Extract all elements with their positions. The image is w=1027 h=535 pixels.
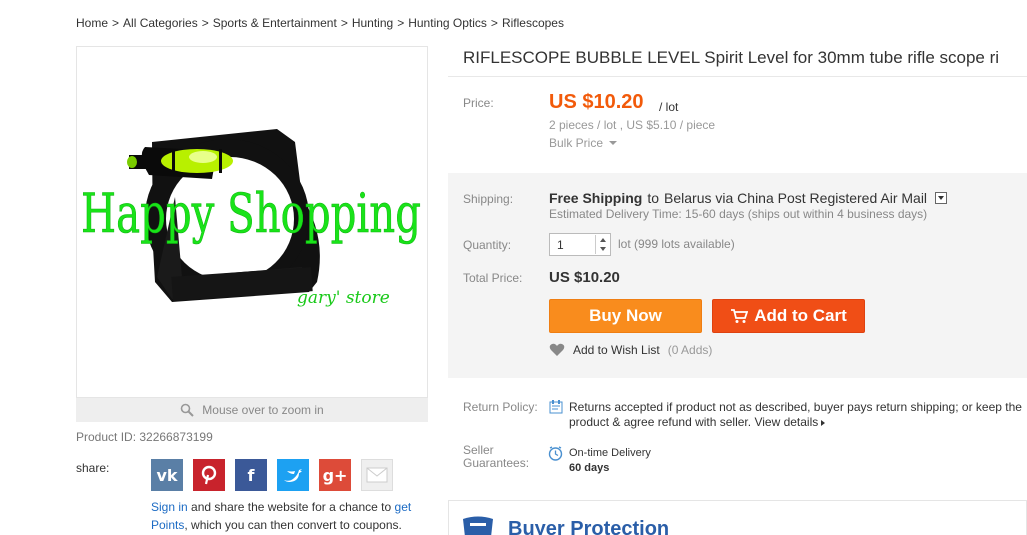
lot-info: 2 pieces / lot , US $5.10 / piece	[549, 118, 716, 132]
buy-now-button[interactable]: Buy Now	[549, 299, 702, 333]
return-policy-text: Returns accepted if product not as descr…	[569, 400, 1022, 429]
total-price-value: US $10.20	[549, 269, 620, 286]
product-title: RIFLESCOPE BUBBLE LEVEL Spirit Level for…	[463, 48, 1000, 67]
product-image[interactable]: Happy Shopping gary' store	[76, 46, 428, 398]
shipping-label: Shipping:	[463, 192, 514, 206]
bubble-level-picture: Happy Shopping gary' store	[81, 129, 421, 308]
product-id: Product ID: 32266873199	[76, 430, 213, 444]
price-unit: / lot	[659, 100, 679, 114]
price-value: US $10.20	[549, 91, 644, 113]
share-label: share:	[76, 461, 110, 475]
watermark-gary-store: gary' store	[297, 288, 390, 308]
heart-icon	[549, 343, 565, 356]
twitter-icon[interactable]	[277, 459, 309, 491]
googleplus-icon[interactable]: g+	[319, 459, 351, 491]
quantity-increment-button[interactable]	[596, 235, 609, 245]
zoom-hint-text: Mouse over to zoom in	[202, 403, 324, 417]
quantity-value: 1	[557, 238, 564, 252]
breadcrumb-sports[interactable]: Sports & Entertainment	[213, 16, 337, 30]
sign-in-link[interactable]: Sign in	[151, 500, 188, 514]
add-to-cart-button[interactable]: Add to Cart	[712, 299, 865, 333]
quantity-label: Quantity:	[463, 238, 512, 252]
shipping-dropdown-button[interactable]	[935, 192, 948, 204]
breadcrumb-riflescopes[interactable]: Riflescopes	[502, 16, 564, 30]
facebook-icon[interactable]: f	[235, 459, 267, 491]
watermark-happy-shopping: Happy Shopping	[81, 182, 421, 245]
vk-icon[interactable]: vk	[151, 459, 183, 491]
wishlist-count: (0 Adds)	[667, 343, 713, 357]
price-label: Price:	[463, 96, 494, 110]
chevron-down-icon	[609, 141, 618, 145]
return-policy-icon	[549, 400, 563, 414]
free-shipping: Free Shipping	[549, 190, 643, 206]
quantity-stepper[interactable]: 1	[549, 233, 611, 256]
chevron-down-icon	[938, 196, 945, 200]
quantity-decrement-button[interactable]	[596, 245, 609, 255]
magnifier-icon	[180, 403, 195, 417]
shield-icon	[463, 516, 493, 535]
add-to-wishlist[interactable]: Add to Wish List (0 Adds)	[549, 343, 712, 357]
breadcrumb-all-categories[interactable]: All Categories	[123, 16, 198, 30]
shipping-destination: Belarus via China Post Registered Air Ma…	[664, 190, 928, 206]
on-time-delivery: On-time Delivery 60 days	[569, 447, 651, 474]
divider	[448, 76, 1027, 77]
total-price-label: Total Price:	[463, 271, 523, 285]
mail-icon[interactable]	[361, 459, 393, 491]
breadcrumb-hunting-optics[interactable]: Hunting Optics	[408, 16, 487, 30]
breadcrumb-home[interactable]: Home	[76, 16, 108, 30]
delivery-estimate: Estimated Delivery Time: 15-60 days (shi…	[549, 207, 928, 221]
seller-guarantees-label: Seller Guarantees:	[463, 443, 530, 470]
breadcrumb-hunting[interactable]: Hunting	[352, 16, 393, 30]
share-icons: vk f g+	[151, 459, 393, 491]
lots-available: lot (999 lots available)	[618, 237, 735, 251]
pinterest-icon[interactable]	[193, 459, 225, 491]
chevron-right-icon	[821, 419, 826, 426]
breadcrumb: Home > All Categories > Sports & Entertainme…	[76, 16, 564, 30]
clock-icon	[548, 446, 563, 461]
shipping-line: Free Shipping to Belarus via China Post …	[549, 190, 948, 206]
view-details-link[interactable]: View details	[754, 415, 826, 429]
zoom-hint-bar: Mouse over to zoom in	[76, 398, 428, 422]
return-policy-label: Return Policy:	[463, 400, 538, 414]
share-points-text: Sign in and share the website for a chan…	[151, 500, 412, 532]
buyer-protection-title: Buyer Protection	[508, 518, 670, 535]
cart-icon	[731, 309, 749, 323]
bulk-price-toggle[interactable]: Bulk Price	[549, 136, 618, 150]
